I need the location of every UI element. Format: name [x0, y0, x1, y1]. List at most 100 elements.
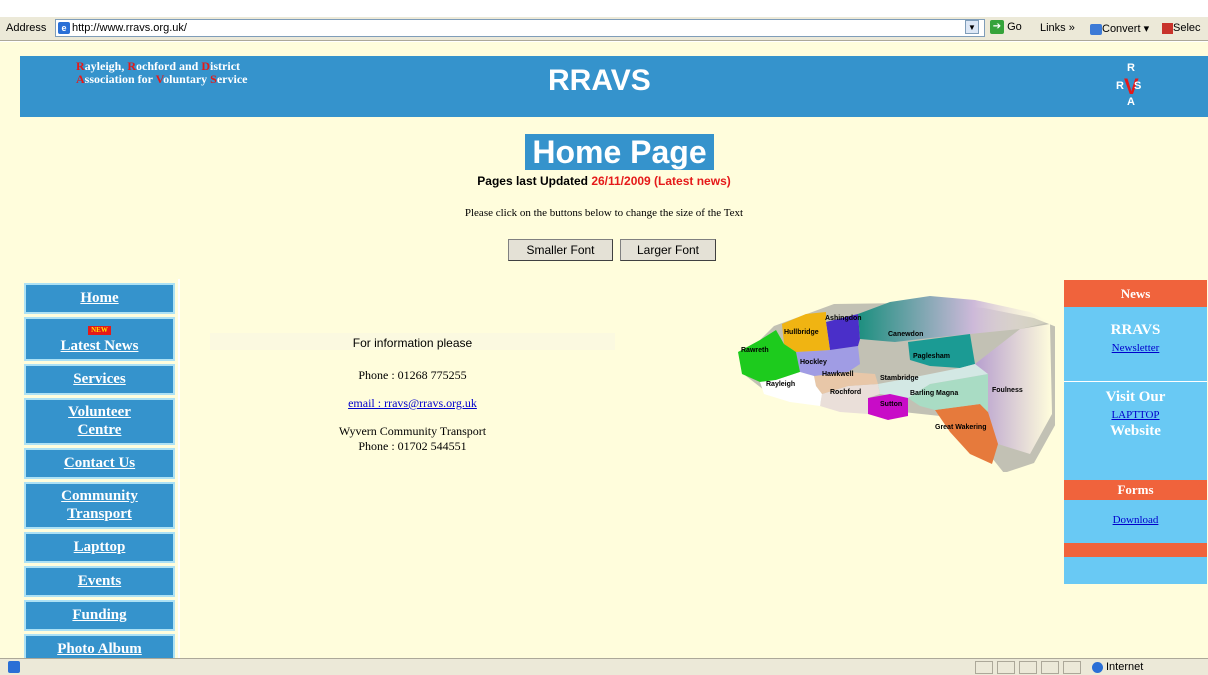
ie-page-icon: e	[58, 22, 70, 34]
svg-text:Stambridge: Stambridge	[880, 375, 919, 382]
forms-header: Forms	[1064, 480, 1207, 500]
newsletter-link[interactable]: Newsletter	[1064, 342, 1207, 354]
svg-text:Rochford: Rochford	[830, 389, 861, 396]
download-link[interactable]: Download	[1064, 514, 1207, 526]
org-initial-letter: S	[210, 72, 217, 86]
svg-text:Hockley: Hockley	[800, 359, 827, 366]
svg-text:Rawreth: Rawreth	[741, 347, 769, 354]
org-word-rest: ssociation for	[84, 72, 156, 86]
org-initial-letter: A	[76, 72, 85, 86]
nav-divider	[178, 279, 180, 658]
page-title: Home Page	[525, 134, 714, 170]
org-initial-letter: R	[127, 59, 137, 73]
svg-text:Ashingdon: Ashingdon	[825, 315, 862, 322]
visit-our-label: Visit Our	[1105, 389, 1166, 405]
select-icon	[1162, 22, 1173, 34]
select-button[interactable]: Selec	[1162, 22, 1201, 34]
org-word-rest: ayleigh,	[84, 59, 128, 73]
last-updated-line: Pages last Updated 26/11/2009 (Latest ne…	[477, 174, 731, 188]
org-initial-letter: D	[201, 59, 211, 73]
globe-icon	[1092, 661, 1103, 673]
nav-item-label: Events	[77, 573, 122, 589]
links-button[interactable]: Links »	[1040, 22, 1075, 34]
latest-news-link[interactable]: (Latest news)	[651, 174, 731, 188]
address-label: Address	[6, 22, 47, 34]
info-heading: For information please	[210, 333, 615, 350]
org-word-rest: oluntary	[163, 72, 211, 86]
org-initial-letter: R	[76, 59, 85, 73]
nav-item-volunteer-centre[interactable]: Volunteer Centre	[24, 398, 175, 445]
nav-item-funding[interactable]: Funding	[24, 600, 175, 631]
font-size-instruction: Please click on the buttons below to cha…	[464, 207, 744, 219]
convert-icon	[1090, 23, 1102, 35]
nav-item-label: Services	[73, 371, 126, 387]
nav-item-label: Photo Album	[57, 641, 142, 657]
org-name-line-2: Association for Voluntary Service	[76, 73, 248, 86]
page-body: Rayleigh, Rochford and District Associat…	[0, 42, 1208, 658]
lapttop-link[interactable]: LAPTTOP	[1064, 409, 1207, 421]
nav-item-services[interactable]: Services	[24, 364, 175, 395]
status-pane	[1063, 661, 1081, 674]
nav-item-latest-news[interactable]: NEW Latest News	[24, 317, 175, 361]
empty-panel-header	[1064, 543, 1207, 557]
newsletter-title: RRAVS	[1110, 322, 1161, 338]
svg-text:Hawkwell: Hawkwell	[822, 371, 854, 378]
email-link[interactable]: email : rravs@rravs.org.uk	[348, 396, 477, 410]
left-navigation: Home NEW Latest News Services Volunteer Centr…	[24, 283, 175, 658]
svg-text:Hullbridge: Hullbridge	[784, 329, 819, 336]
org-word-rest: istrict	[210, 59, 241, 73]
status-pane	[1019, 661, 1037, 674]
nav-item-label: Home	[80, 290, 119, 306]
nav-item-community-transport[interactable]: Community Transport	[24, 482, 175, 529]
phone-number: Phone : 01268 775255	[358, 368, 467, 382]
svg-text:Barling Magna: Barling Magna	[910, 390, 958, 397]
address-bar: Address e http://www.rravs.org.uk/ ▼ ➔ G…	[0, 17, 1208, 41]
contact-info: For information please Phone : 01268 775…	[210, 333, 615, 454]
transport-phone: Phone : 01702 544551	[358, 439, 467, 453]
org-word-rest: ervice	[216, 72, 248, 86]
org-word-rest: ochford and	[136, 59, 202, 73]
nav-item-lapttop[interactable]: Lapttop	[24, 532, 175, 563]
go-button[interactable]: ➔ Go	[990, 20, 1030, 36]
nav-item-label: Community	[61, 488, 138, 504]
page-status-icon	[8, 661, 20, 673]
svg-text:Foulness: Foulness	[992, 387, 1023, 394]
go-arrow-icon: ➔	[990, 20, 1004, 34]
status-pane	[975, 661, 993, 674]
nav-item-events[interactable]: Events	[24, 566, 175, 597]
news-header: News	[1064, 280, 1207, 307]
nav-item-photo-album[interactable]: Photo Album	[24, 634, 175, 658]
nav-item-label: Centre	[77, 422, 122, 438]
nav-item-label: Lapttop	[73, 539, 126, 555]
nav-item-label: Funding	[72, 607, 127, 623]
new-badge-icon: NEW	[88, 326, 111, 335]
nav-item-home[interactable]: Home	[24, 283, 175, 314]
updated-date: 26/11/2009	[591, 174, 651, 188]
website-label: Website	[1110, 423, 1161, 439]
organisation-name: Rayleigh, Rochford and District Associat…	[76, 60, 248, 86]
site-banner: Rayleigh, Rochford and District Associat…	[20, 56, 1208, 117]
svg-text:Sutton: Sutton	[880, 401, 902, 408]
nav-item-label: Transport	[67, 506, 132, 522]
url-input[interactable]: e http://www.rravs.org.uk/	[55, 19, 985, 37]
url-dropdown-icon[interactable]: ▼	[965, 20, 979, 34]
site-title: RRAVS	[548, 64, 651, 97]
svg-text:Canewdon: Canewdon	[888, 331, 923, 338]
nav-item-label: Latest News	[60, 338, 139, 354]
smaller-font-button[interactable]: Smaller Font	[508, 239, 613, 261]
transport-name: Wyvern Community Transport	[338, 424, 487, 438]
security-zone: Internet	[1092, 661, 1143, 673]
svg-text:Great Wakering: Great Wakering	[935, 424, 986, 431]
district-map: Ashingdon Hullbridge Rawreth Canewdon Ho…	[738, 296, 1055, 472]
right-panel: News RRAVS Newsletter Visit Our LAPTTOP …	[1064, 280, 1207, 584]
rravs-logo: R R V S A	[1116, 62, 1142, 108]
nav-item-contact-us[interactable]: Contact Us	[24, 448, 175, 479]
status-pane	[997, 661, 1015, 674]
larger-font-button[interactable]: Larger Font	[620, 239, 716, 261]
svg-text:Rayleigh: Rayleigh	[766, 381, 795, 388]
status-bar: Internet	[0, 658, 1208, 675]
svg-text:Paglesham: Paglesham	[913, 353, 950, 360]
nav-item-label: Volunteer	[68, 404, 131, 420]
convert-button[interactable]: Convert ▾	[1090, 22, 1149, 35]
nav-item-label: Contact Us	[63, 455, 136, 471]
